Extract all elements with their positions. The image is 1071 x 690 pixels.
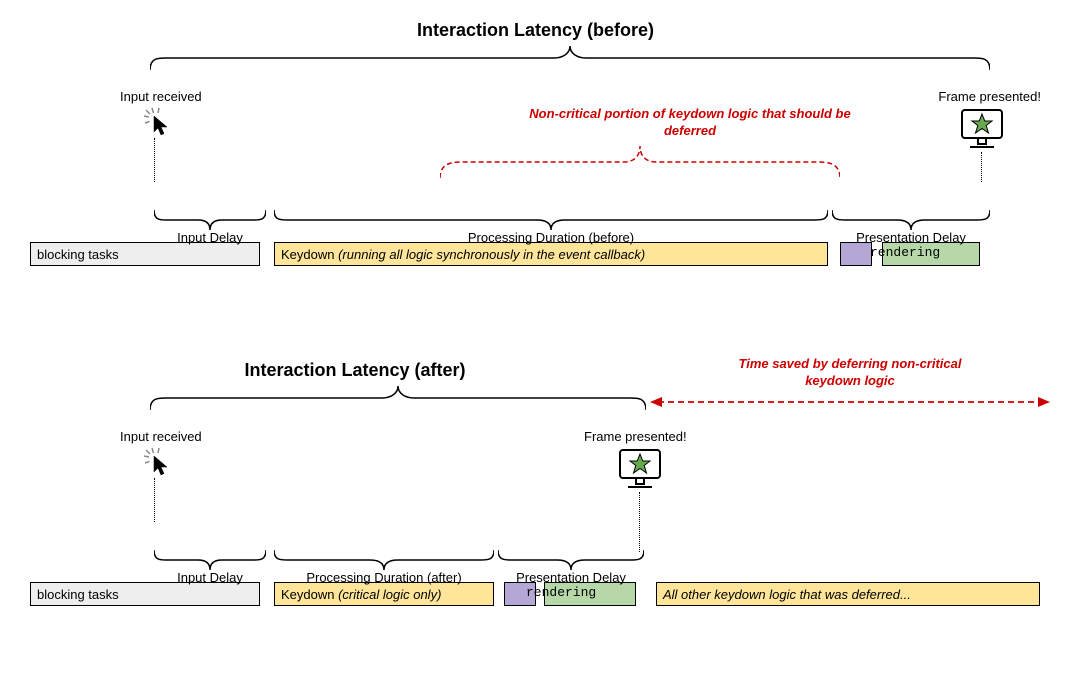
red-double-arrow bbox=[650, 394, 1050, 415]
input-received-label-after: Input received bbox=[120, 428, 202, 446]
after-section: Interaction Latency (after) Time saved b… bbox=[20, 360, 1051, 640]
red-annotation-after: Time saved by deferring non-critical key… bbox=[720, 356, 980, 390]
red-dashed-brace-before bbox=[440, 146, 840, 185]
frame-presented-label-before: Frame presented! bbox=[938, 88, 1041, 106]
click-cursor-icon bbox=[142, 106, 176, 143]
input-delay-brace-before: Input Delay bbox=[154, 210, 266, 230]
before-title: Interaction Latency (before) bbox=[20, 20, 1051, 41]
presentation-brace-before: Presentation Delay bbox=[832, 210, 990, 230]
monitor-star-icon bbox=[616, 448, 664, 497]
processing-brace-after: Processing Duration (after) bbox=[274, 550, 494, 570]
input-received-label-before: Input received bbox=[120, 88, 202, 106]
frame-dotted-line-before bbox=[981, 152, 982, 182]
presentation-brace-after: Presentation Delay bbox=[498, 550, 644, 570]
processing-brace-before: Processing Duration (before) bbox=[274, 210, 828, 230]
before-sub-braces: Input Delay Processing Duration (before)… bbox=[20, 210, 1051, 260]
click-cursor-icon bbox=[142, 446, 176, 483]
input-dotted-line-after bbox=[154, 478, 155, 522]
before-top-brace bbox=[150, 46, 990, 72]
monitor-star-icon bbox=[958, 108, 1006, 157]
input-delay-brace-after: Input Delay bbox=[154, 550, 266, 570]
frame-presented-label-after: Frame presented! bbox=[584, 428, 687, 446]
after-sub-braces: Input Delay Processing Duration (after) … bbox=[20, 550, 1051, 600]
after-top-brace bbox=[150, 386, 646, 412]
red-annotation-before: Non-critical portion of keydown logic th… bbox=[520, 106, 860, 140]
input-dotted-line-before bbox=[154, 138, 155, 182]
before-section: Interaction Latency (before) Input recei… bbox=[20, 20, 1051, 330]
after-title: Interaction Latency (after) bbox=[90, 360, 620, 381]
frame-dotted-line-after bbox=[639, 492, 640, 552]
